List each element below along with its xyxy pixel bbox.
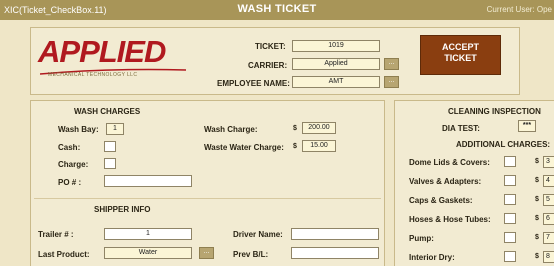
prev-bl-label: Prev B/L: — [233, 250, 269, 259]
wash-charges-title: WASH CHARGES — [74, 107, 141, 116]
waste-water-charge-label: Waste Water Charge: — [204, 143, 284, 152]
employee-lookup-button[interactable]: ... — [384, 76, 399, 88]
dia-test-field[interactable]: *** — [518, 120, 536, 132]
charge-item-amount[interactable]: 6 — [543, 213, 554, 225]
charge-item-label: Valves & Adapters: — [409, 177, 482, 186]
cash-checkbox[interactable] — [104, 141, 116, 152]
charge-item-checkbox[interactable] — [504, 251, 516, 262]
logo-underline-swoosh — [40, 68, 187, 75]
charge-item-checkbox[interactable] — [504, 232, 516, 243]
dia-test-label: DIA TEST: — [442, 124, 480, 133]
prev-bl-field[interactable] — [291, 247, 379, 259]
charge-label: Charge: — [58, 160, 89, 169]
last-product-field[interactable]: Water — [104, 247, 192, 259]
cash-label: Cash: — [58, 143, 81, 152]
charge-item-label: Caps & Gaskets: — [409, 196, 473, 205]
accept-ticket-button[interactable]: ACCEPT TICKET — [420, 35, 501, 75]
current-user-label: Current User: Ope — [486, 5, 552, 14]
driver-name-field[interactable] — [291, 228, 379, 240]
company-logo: APPLIED MECHANICAL TECHNOLOGY LLC — [38, 34, 188, 82]
shipper-divider — [34, 198, 381, 199]
charge-item-amount[interactable]: 5 — [543, 194, 554, 206]
charge-item-checkbox[interactable] — [504, 156, 516, 167]
wash-bay-field[interactable]: 1 — [106, 123, 124, 135]
wash-charge-field[interactable]: 200.00 — [302, 122, 336, 134]
waste-water-currency: $ — [293, 143, 297, 150]
carrier-field[interactable]: Applied — [292, 58, 380, 70]
wash-bay-label: Wash Bay: — [58, 125, 99, 134]
charge-item-checkbox[interactable] — [504, 175, 516, 186]
accept-ticket-label-2: TICKET — [444, 53, 477, 63]
last-product-label: Last Product: — [38, 250, 90, 259]
charge-item-currency: $ — [535, 215, 539, 222]
charge-item-currency: $ — [535, 234, 539, 241]
additional-charges-title: ADDITIONAL CHARGES: — [456, 140, 551, 149]
title-bar: XIC(Ticket_CheckBox.11) WASH TICKET Curr… — [0, 0, 554, 20]
shipper-info-title: SHIPPER INFO — [94, 205, 151, 214]
po-label: PO # : — [58, 178, 82, 187]
employee-name-label: EMPLOYEE NAME: — [217, 79, 290, 88]
charge-item-currency: $ — [535, 196, 539, 203]
ticket-label: TICKET: — [255, 42, 286, 51]
charge-item-label: Hoses & Hose Tubes: — [409, 215, 491, 224]
last-product-lookup-button[interactable]: ... — [199, 247, 214, 259]
trailer-label: Trailer # : — [38, 230, 74, 239]
charge-checkbox[interactable] — [104, 158, 116, 169]
cleaning-inspection-title: CLEANING INSPECTION — [448, 107, 541, 116]
charge-item-amount[interactable]: 3 — [543, 156, 554, 168]
carrier-lookup-button[interactable]: ... — [384, 58, 399, 70]
charge-item-currency: $ — [535, 177, 539, 184]
logo-subtitle: MECHANICAL TECHNOLOGY LLC — [48, 72, 138, 78]
wash-charge-currency: $ — [293, 125, 297, 132]
charge-item-currency: $ — [535, 253, 539, 260]
driver-name-label: Driver Name: — [233, 230, 283, 239]
charge-item-amount[interactable]: 4 — [543, 175, 554, 187]
charge-item-checkbox[interactable] — [504, 213, 516, 224]
po-number-field[interactable] — [104, 175, 192, 187]
waste-water-charge-field[interactable]: 15.00 — [302, 140, 336, 152]
charge-item-checkbox[interactable] — [504, 194, 516, 205]
trailer-field[interactable]: 1 — [104, 228, 192, 240]
charge-item-label: Pump: — [409, 234, 434, 243]
employee-name-field[interactable]: AMT — [292, 76, 380, 88]
wash-charge-label: Wash Charge: — [204, 125, 258, 134]
accept-ticket-label-1: ACCEPT — [441, 42, 479, 52]
charge-item-currency: $ — [535, 158, 539, 165]
charge-item-label: Interior Dry: — [409, 253, 455, 262]
ticket-field[interactable]: 1019 — [292, 40, 380, 52]
charge-item-amount[interactable]: 7 — [543, 232, 554, 244]
carrier-label: CARRIER: — [248, 61, 288, 70]
charge-item-amount[interactable]: 8 — [543, 251, 554, 263]
window-title: WASH TICKET — [237, 3, 317, 15]
charge-item-label: Dome Lids & Covers: — [409, 158, 490, 167]
